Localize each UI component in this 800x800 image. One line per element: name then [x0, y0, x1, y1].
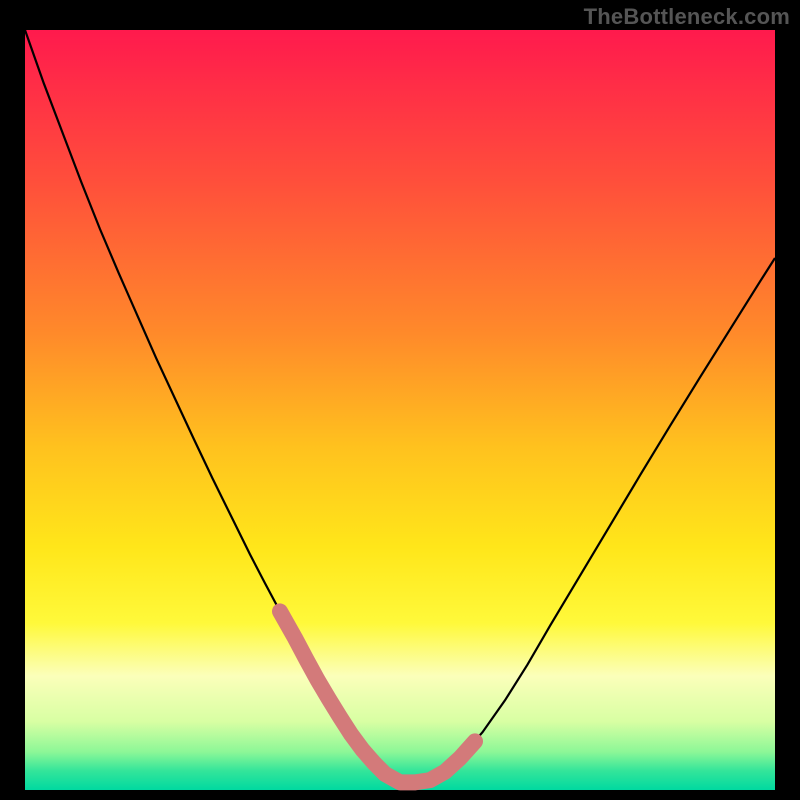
- watermark-text: TheBottleneck.com: [584, 4, 790, 30]
- gradient-background: [25, 30, 775, 790]
- chart-container: TheBottleneck.com: [0, 0, 800, 800]
- chart-svg: [0, 0, 800, 800]
